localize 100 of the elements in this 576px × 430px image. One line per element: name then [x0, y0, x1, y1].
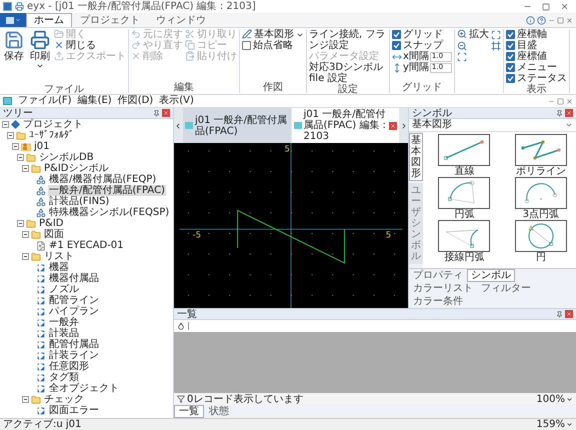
restore-icon[interactable] [557, 16, 564, 24]
panel-tab[interactable]: プロパティ [409, 269, 467, 282]
shape-thumbnail[interactable] [438, 134, 490, 166]
tree-item[interactable]: 機器/機器付属品(FEQP) [48, 174, 158, 185]
checkbox[interactable] [242, 41, 251, 50]
droplet-icon[interactable] [177, 322, 185, 330]
tree-item[interactable]: チェック [43, 394, 85, 405]
ribbon-tab[interactable]: ホーム [26, 13, 72, 27]
tree-item[interactable]: 全オブジェクト [48, 383, 120, 394]
shape-thumbnail[interactable] [514, 220, 567, 252]
panel-tab[interactable]: シンボル [467, 269, 515, 282]
close-icon[interactable] [566, 98, 573, 104]
menu-item[interactable]: 作図(D) [118, 95, 154, 107]
menu-item[interactable]: ファイル(F) [18, 95, 72, 107]
tree-item[interactable]: 一般弁/配管付属品(FPAC) [48, 185, 166, 196]
panel-tab[interactable]: 一覧 [174, 405, 204, 418]
maximize-icon[interactable] [542, 2, 550, 10]
pin-icon[interactable] [556, 310, 563, 318]
z-shaped-line[interactable] [237, 210, 345, 264]
checkbox[interactable] [506, 41, 515, 50]
expand-toggle[interactable] [2, 121, 9, 128]
tree-item[interactable]: 機器 [48, 262, 70, 273]
scroll-left-icon[interactable] [174, 122, 182, 130]
panel-tab[interactable]: フィルター [477, 282, 535, 295]
tree-item[interactable]: シンボルDB [38, 152, 95, 163]
tree-item[interactable]: 機器付属品 [48, 273, 100, 284]
ribbon-large-button[interactable]: 印刷 [28, 29, 52, 84]
expand-toggle[interactable] [22, 165, 29, 172]
tree-item[interactable]: 計装品 [48, 328, 80, 339]
shape-thumbnail[interactable] [514, 177, 567, 209]
tree-item[interactable]: ノズル [48, 284, 80, 295]
drawing-canvas[interactable]: 5 -5 5 [174, 143, 408, 308]
expand-toggle[interactable] [7, 132, 14, 139]
tree-item[interactable]: j01 [33, 141, 51, 152]
side-tab[interactable]: 基本図形 [409, 133, 423, 181]
ribbon-button[interactable]: 閉じる [54, 40, 126, 51]
expand-toggle[interactable] [12, 143, 19, 150]
tree-item[interactable]: タグ類 [48, 372, 80, 383]
panel-close-button[interactable] [565, 109, 573, 117]
close-icon[interactable] [566, 16, 573, 24]
tree-item[interactable]: 一般弁 [48, 317, 80, 328]
shape-thumbnail[interactable] [438, 220, 490, 252]
info-icon[interactable] [526, 16, 535, 24]
checkbox[interactable] [392, 41, 401, 50]
zoom-dropdown[interactable]: 100% [536, 394, 573, 404]
filter-icon[interactable] [177, 395, 185, 403]
ribbon-large-button[interactable]: 保存 [2, 29, 26, 84]
panel-tab[interactable]: カラー条件 [409, 295, 467, 308]
ribbon-tab[interactable]: ウィンドウ [148, 13, 214, 27]
ribbon-tab[interactable]: プロジェクト [72, 13, 148, 27]
close-icon[interactable] [560, 2, 569, 11]
pin-icon[interactable] [556, 110, 563, 116]
tree-item[interactable]: 計装品(FINS) [48, 196, 110, 207]
expand-toggle[interactable] [22, 253, 29, 260]
tree-item[interactable]: P&IDシンボル [43, 163, 110, 174]
help-icon[interactable] [537, 16, 546, 24]
tree-item[interactable]: プロジェクト [22, 119, 84, 130]
tree-item[interactable]: 配管ライン [48, 295, 100, 306]
checkbox[interactable] [506, 30, 515, 39]
tree-item[interactable]: P&ID [38, 218, 64, 229]
expand-toggle[interactable] [22, 231, 29, 238]
ribbon-button[interactable]: 拡大 [456, 29, 489, 40]
ribbon-button[interactable]: ライン接続, フランジ設定 [309, 29, 387, 51]
zoom-dropdown[interactable]: 159% [536, 419, 573, 430]
expand-toggle[interactable] [17, 154, 24, 161]
panel-tab[interactable]: 状態 [204, 405, 234, 418]
restore-icon[interactable] [557, 98, 564, 104]
tree-item[interactable]: 図面 [43, 229, 65, 240]
menu-item[interactable]: 編集(E) [78, 95, 112, 107]
tree-item[interactable]: 計装ライン [48, 350, 100, 361]
menu-item[interactable]: 表示(V) [159, 95, 194, 107]
file-menu-button[interactable] [0, 13, 26, 27]
ribbon-icon-button[interactable] [490, 29, 501, 40]
tree-item[interactable]: 任意図形 [48, 361, 90, 372]
expand-toggle[interactable] [17, 220, 24, 227]
panel-close-button[interactable] [162, 109, 170, 117]
pin-icon[interactable] [153, 110, 160, 116]
panel-tab[interactable]: カラーリスト [409, 282, 477, 295]
scroll-right-icon[interactable] [400, 122, 408, 130]
tab-close-button[interactable] [389, 122, 397, 130]
checkbox[interactable] [392, 30, 401, 39]
tree-item[interactable]: #1 EYECAD-01 [48, 240, 125, 251]
tree-item[interactable]: 配管付属品 [48, 339, 100, 350]
category-dropdown[interactable]: 基本図形 [409, 119, 576, 132]
document-tab[interactable]: j01 一般弁/配管付属品(FPAC) 編集 : 2103 [292, 108, 399, 143]
tree-item[interactable]: ﾕｰｻﾞﾌｫﾙﾀﾞ [28, 130, 75, 141]
tree-item[interactable]: リスト [43, 251, 75, 262]
ribbon-button[interactable]: 対応3Dシンボルfile 設定 [309, 62, 387, 84]
ribbon-button[interactable]: 基本図形 [242, 29, 304, 40]
tree-item[interactable]: 特殊機器シンボル(FEQSP) [48, 207, 170, 218]
tree-item[interactable]: パイプラン [48, 306, 100, 317]
shape-thumbnail[interactable] [514, 134, 567, 166]
panel-close-button[interactable] [565, 310, 573, 318]
expand-toggle[interactable] [22, 396, 29, 403]
checkbox[interactable] [506, 52, 515, 61]
side-tab[interactable]: ユーザシンボル [409, 183, 423, 264]
checkbox[interactable] [506, 63, 515, 72]
checkbox[interactable] [506, 74, 515, 83]
document-tab[interactable]: j01 一般弁/配管付属品(FPAC) [183, 108, 290, 143]
ribbon-icon-button[interactable] [490, 40, 501, 51]
